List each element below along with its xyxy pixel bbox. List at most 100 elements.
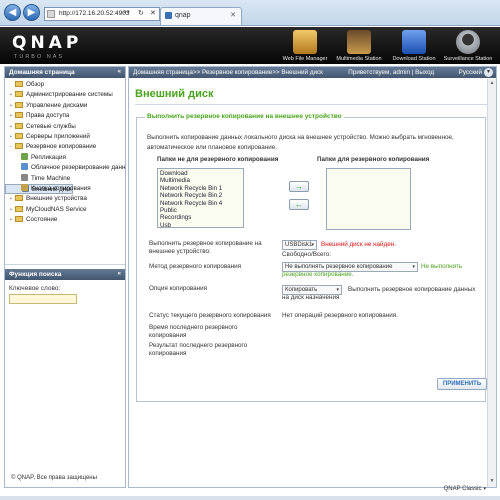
tree-item[interactable]: + MyCloudNAS Service — [5, 205, 125, 215]
keyword-input[interactable] — [9, 294, 77, 304]
app-surveillance-station[interactable]: Surveillance Station — [442, 30, 494, 62]
folder-list-item[interactable]: Recordings — [160, 214, 241, 221]
search-panel-title: Функция поиска — [9, 271, 62, 278]
expand-icon[interactable]: + — [7, 132, 15, 142]
tree-item[interactable]: Облачное резервирование данн — [5, 163, 125, 173]
folder-list-item[interactable]: Public — [160, 207, 241, 214]
tab-title: qnap — [175, 12, 191, 19]
address-url: http://172.16.20.52:4903 — [59, 10, 130, 17]
theme-select[interactable]: QNAP Classic ▾ — [444, 486, 486, 492]
tree-item[interactable]: Репликация — [5, 152, 125, 163]
apply-button[interactable]: ПРИМЕНИТЬ — [437, 378, 487, 390]
method-label: Метод резервного копирования — [149, 263, 242, 270]
expand-icon[interactable]: + — [7, 194, 15, 204]
tree-item-label: Time Machine — [31, 174, 71, 182]
left-panel: Домашняя страница « Обзор + Администрирова… — [4, 66, 126, 488]
folder-icon — [15, 122, 23, 129]
page-icon — [21, 152, 28, 160]
scroll-down-icon[interactable]: ▼ — [488, 478, 496, 486]
expand-icon[interactable]: + — [7, 111, 15, 121]
folder-icon — [15, 143, 23, 150]
app-multimedia-station[interactable]: Multimedia Station — [333, 30, 385, 62]
collapse-search-icon[interactable]: « — [118, 269, 121, 280]
tree-item[interactable]: + Администрирование системы — [5, 90, 125, 100]
tree-item-label: MyCloudNAS Service — [26, 205, 87, 213]
expand-icon[interactable]: + — [7, 205, 15, 215]
browser-chrome: ◀ ▶ http://172.16.20.52:4903 ⌕▾ ↻ ✕ qnap… — [0, 0, 500, 26]
folder-icon — [15, 81, 23, 87]
tab-favicon-icon — [165, 12, 172, 19]
included-folders-list[interactable] — [326, 168, 411, 230]
tree-item[interactable]: − Резервное копирование — [5, 142, 125, 152]
expand-icon[interactable]: + — [7, 122, 15, 132]
greeting-logout[interactable]: Приветствуем, admin | Выход — [348, 67, 434, 78]
chevron-down-icon: ▾ — [311, 242, 314, 248]
tree-item[interactable]: + Права доступа — [5, 111, 125, 121]
tree-item[interactable]: + Управление дисками — [5, 101, 125, 111]
folder-icon — [15, 101, 23, 108]
section-description: Выполнить копирование данных локального … — [147, 134, 454, 151]
home-panel-header: Домашняя страница « — [5, 67, 125, 78]
forward-icon[interactable]: ▶ — [23, 4, 40, 21]
page-icon — [21, 173, 28, 181]
tree-item[interactable]: Кнопка копирования — [5, 183, 125, 194]
app-web-file-manager[interactable]: Web File Manager — [279, 30, 331, 62]
folder-icon — [15, 216, 23, 223]
film-icon — [347, 30, 371, 54]
stop-icon[interactable]: ✕ — [150, 9, 156, 17]
expand-icon[interactable]: + — [7, 90, 15, 100]
tab-close-icon[interactable]: ✕ — [230, 8, 236, 24]
camera-icon — [456, 30, 480, 54]
folder-list-item[interactable]: Multimedia — [160, 177, 241, 184]
destination-error: Внешний диск не найден. — [321, 241, 396, 248]
tree-item-label: Репликация — [31, 153, 66, 161]
folder-list-item[interactable]: Usb — [160, 222, 241, 227]
expand-icon[interactable]: + — [7, 215, 15, 225]
folder-icon — [15, 205, 23, 212]
app-header: QNAP TURBO NAS Web File Manager Multimed… — [0, 27, 500, 64]
excluded-folders-list[interactable]: Download Multimedia Network Recycle Bin 1N… — [157, 168, 244, 228]
page-icon — [47, 10, 55, 18]
method-warning: Не выполнять резервное копирование. — [282, 263, 463, 278]
tree-item-label: Резервное копирование — [26, 143, 97, 151]
tree-item-label: Администрирование системы — [26, 91, 113, 99]
search-dropdown-icon[interactable]: ⌕▾ — [123, 9, 130, 17]
folder-list-item[interactable]: Network Recycle Bin 4 — [160, 200, 241, 207]
tree-item[interactable]: + Состояние — [5, 215, 125, 225]
tree-item[interactable]: Time Machine — [5, 173, 125, 184]
language-select[interactable]: Русский — [459, 67, 482, 78]
tree-item-label: Обзор — [26, 81, 45, 88]
back-icon[interactable]: ◀ — [4, 4, 21, 21]
breadcrumb[interactable]: Домашняя страница>> Резервное копировани… — [133, 69, 323, 76]
destination-select[interactable]: USBDisk1 ▾ — [282, 240, 317, 250]
tab-qnap[interactable]: qnap ✕ — [160, 7, 242, 25]
home-panel-title: Домашняя страница — [9, 69, 75, 76]
expand-icon[interactable]: + — [7, 101, 15, 111]
logo-subtitle: TURBO NAS — [14, 54, 65, 60]
browser-status-bar — [0, 496, 500, 500]
language-dropdown-icon[interactable]: ▾ — [484, 68, 493, 77]
expand-icon[interactable]: − — [7, 142, 15, 152]
scroll-up-icon[interactable]: ▲ — [488, 80, 496, 88]
tree-item[interactable]: + Серверы приложений — [5, 132, 125, 142]
remove-folder-button[interactable]: ← — [289, 199, 309, 210]
tree-item[interactable]: Обзор — [5, 80, 125, 90]
tree-item-label: Кнопка копирования — [31, 184, 91, 192]
folder-list-item[interactable]: Network Recycle Bin 1 — [160, 185, 241, 192]
page-icon — [21, 163, 28, 171]
keyword-label: Ключевое слово: — [9, 285, 61, 292]
main-scrollbar[interactable]: ▲ ▼ — [487, 79, 496, 487]
theme-value: QNAP Classic — [443, 486, 482, 492]
app-label: Surveillance Station — [443, 56, 493, 62]
tree-item[interactable]: + Сетевые службы — [5, 122, 125, 132]
refresh-icon[interactable]: ↻ — [138, 9, 144, 17]
folder-list-item[interactable]: Download — [160, 170, 241, 177]
last-result-label: Результат последнего резервного копирова… — [149, 342, 248, 357]
top-bar: Домашняя страница>> Резервное копировани… — [129, 67, 496, 78]
add-folder-button[interactable]: → — [289, 181, 309, 192]
tree-item[interactable]: + Внешние устройства — [5, 194, 125, 204]
main-panel: Домашняя страница>> Резервное копировани… — [128, 66, 497, 488]
app-download-station[interactable]: Download Station — [388, 30, 440, 62]
collapse-panel-icon[interactable]: « — [118, 67, 121, 78]
folder-list-item[interactable]: Network Recycle Bin 2 — [160, 192, 241, 199]
